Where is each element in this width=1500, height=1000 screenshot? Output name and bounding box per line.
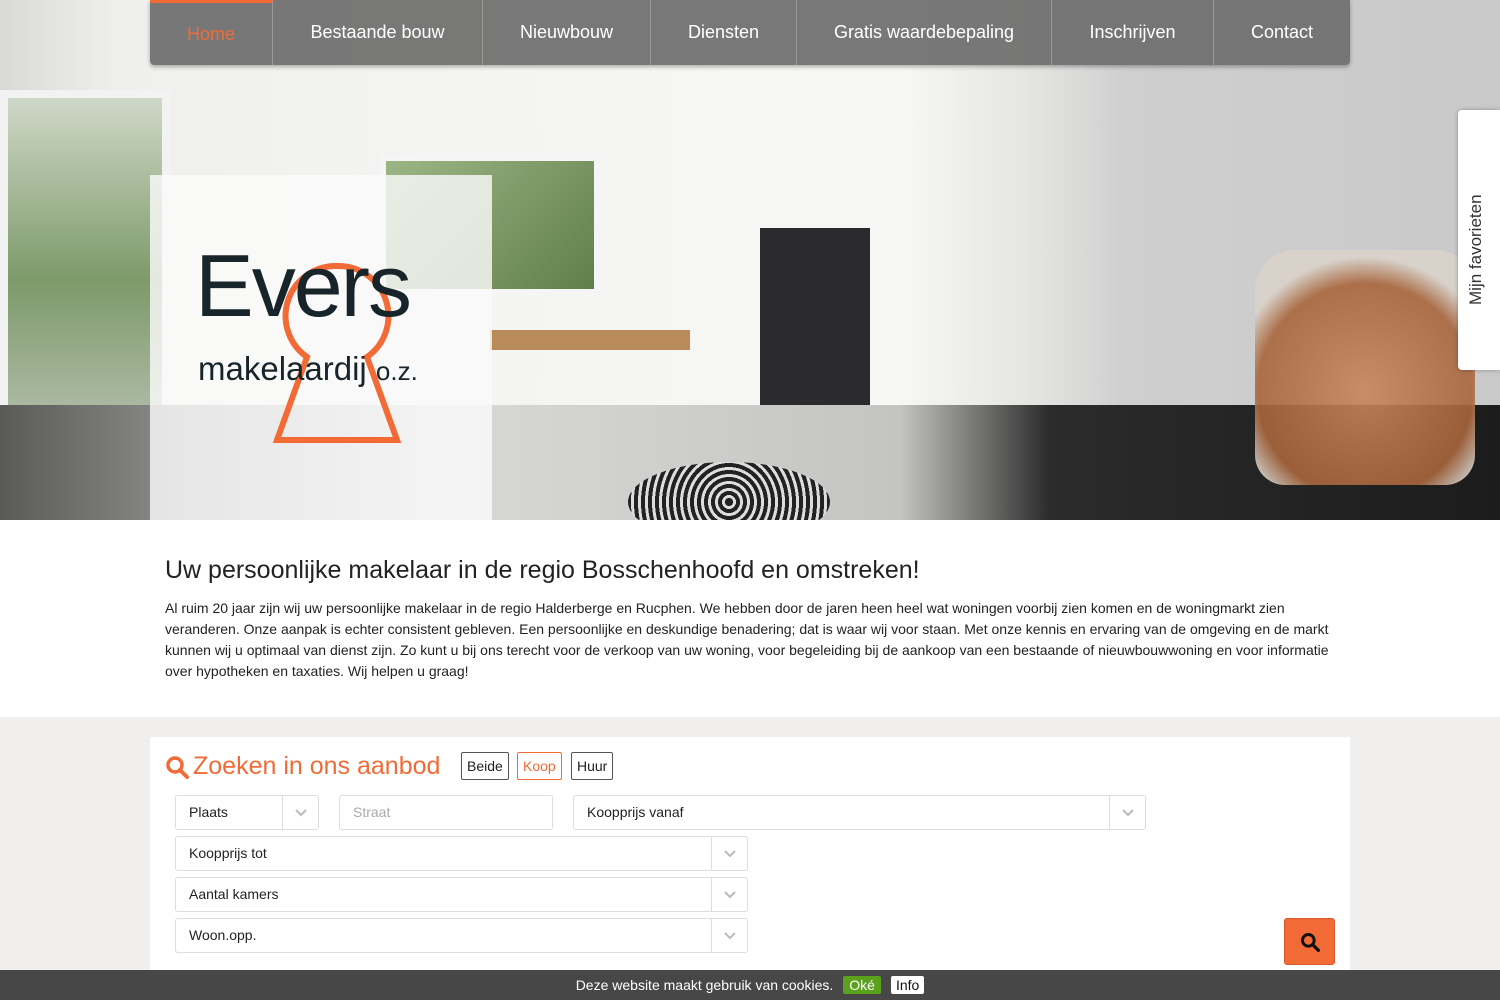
chevron-down-icon (1109, 796, 1145, 829)
hero-table (490, 330, 690, 350)
cookie-info-button[interactable]: Info (890, 976, 925, 994)
hero-cabinet (760, 228, 870, 408)
koopprijs-vanaf-select[interactable]: Koopprijs vanaf (573, 795, 1146, 830)
toggle-koop[interactable]: Koop (517, 752, 562, 780)
chevron-down-icon (282, 796, 318, 829)
nav-bestaande-bouw[interactable]: Bestaande bouw (273, 0, 483, 65)
aantal-kamers-value: Aantal kamers (189, 886, 279, 902)
woon-opp-value: Woon.opp. (189, 927, 257, 943)
plaats-value: Plaats (189, 804, 228, 820)
koopprijs-vanaf-value: Koopprijs vanaf (587, 804, 684, 820)
nav-diensten[interactable]: Diensten (651, 0, 797, 65)
woon-opp-select[interactable]: Woon.opp. (175, 918, 748, 953)
search-submit-button[interactable] (1284, 918, 1335, 965)
favorites-tab[interactable]: Mijn favorieten (1458, 110, 1500, 370)
cookie-ok-button[interactable]: Oké (843, 976, 881, 994)
straat-input[interactable]: Straat (339, 795, 553, 830)
main-nav: Home Bestaande bouw Nieuwbouw Diensten G… (150, 0, 1350, 65)
nav-nieuwbouw[interactable]: Nieuwbouw (483, 0, 651, 65)
straat-placeholder: Straat (353, 804, 391, 820)
page-title: Uw persoonlijke makelaar in de regio Bos… (165, 556, 920, 584)
search-panel: Zoeken in ons aanbod Beide Koop Huur Pla… (150, 737, 1350, 977)
search-title: Zoeken in ons aanbod (165, 752, 440, 781)
koopprijs-tot-select[interactable]: Koopprijs tot (175, 836, 748, 871)
chevron-down-icon (711, 919, 747, 952)
nav-contact[interactable]: Contact (1214, 0, 1350, 65)
nav-inschrijven[interactable]: Inschrijven (1052, 0, 1214, 65)
plaats-select[interactable]: Plaats (175, 795, 319, 830)
search-icon (166, 755, 189, 779)
logo-sub: makelaardij (198, 350, 367, 387)
intro-section: Uw persoonlijke makelaar in de regio Bos… (0, 520, 1500, 717)
toggle-beide[interactable]: Beide (461, 752, 509, 780)
favorites-label: Mijn favorieten (1466, 194, 1485, 305)
logo-subtitle: makelaardij o.z. (198, 350, 418, 388)
cookie-text: Deze website maakt gebruik van cookies. (575, 977, 834, 993)
logo-text[interactable]: Evers (195, 235, 412, 337)
nav-home[interactable]: Home (150, 0, 273, 65)
chevron-down-icon (711, 837, 747, 870)
search-icon (1300, 932, 1320, 952)
koopprijs-tot-value: Koopprijs tot (189, 845, 267, 861)
logo-suffix: o.z. (375, 356, 418, 386)
search-title-text: Zoeken in ons aanbod (193, 752, 441, 780)
nav-gratis-waardebepaling[interactable]: Gratis waardebepaling (797, 0, 1052, 65)
toggle-huur[interactable]: Huur (571, 752, 614, 780)
aantal-kamers-select[interactable]: Aantal kamers (175, 877, 748, 912)
intro-text: Al ruim 20 jaar zijn wij uw persoonlijke… (165, 600, 1329, 679)
hero-cookie-jar (1255, 250, 1475, 485)
cookie-bar: Deze website maakt gebruik van cookies. … (0, 970, 1500, 1000)
chevron-down-icon (711, 878, 747, 911)
